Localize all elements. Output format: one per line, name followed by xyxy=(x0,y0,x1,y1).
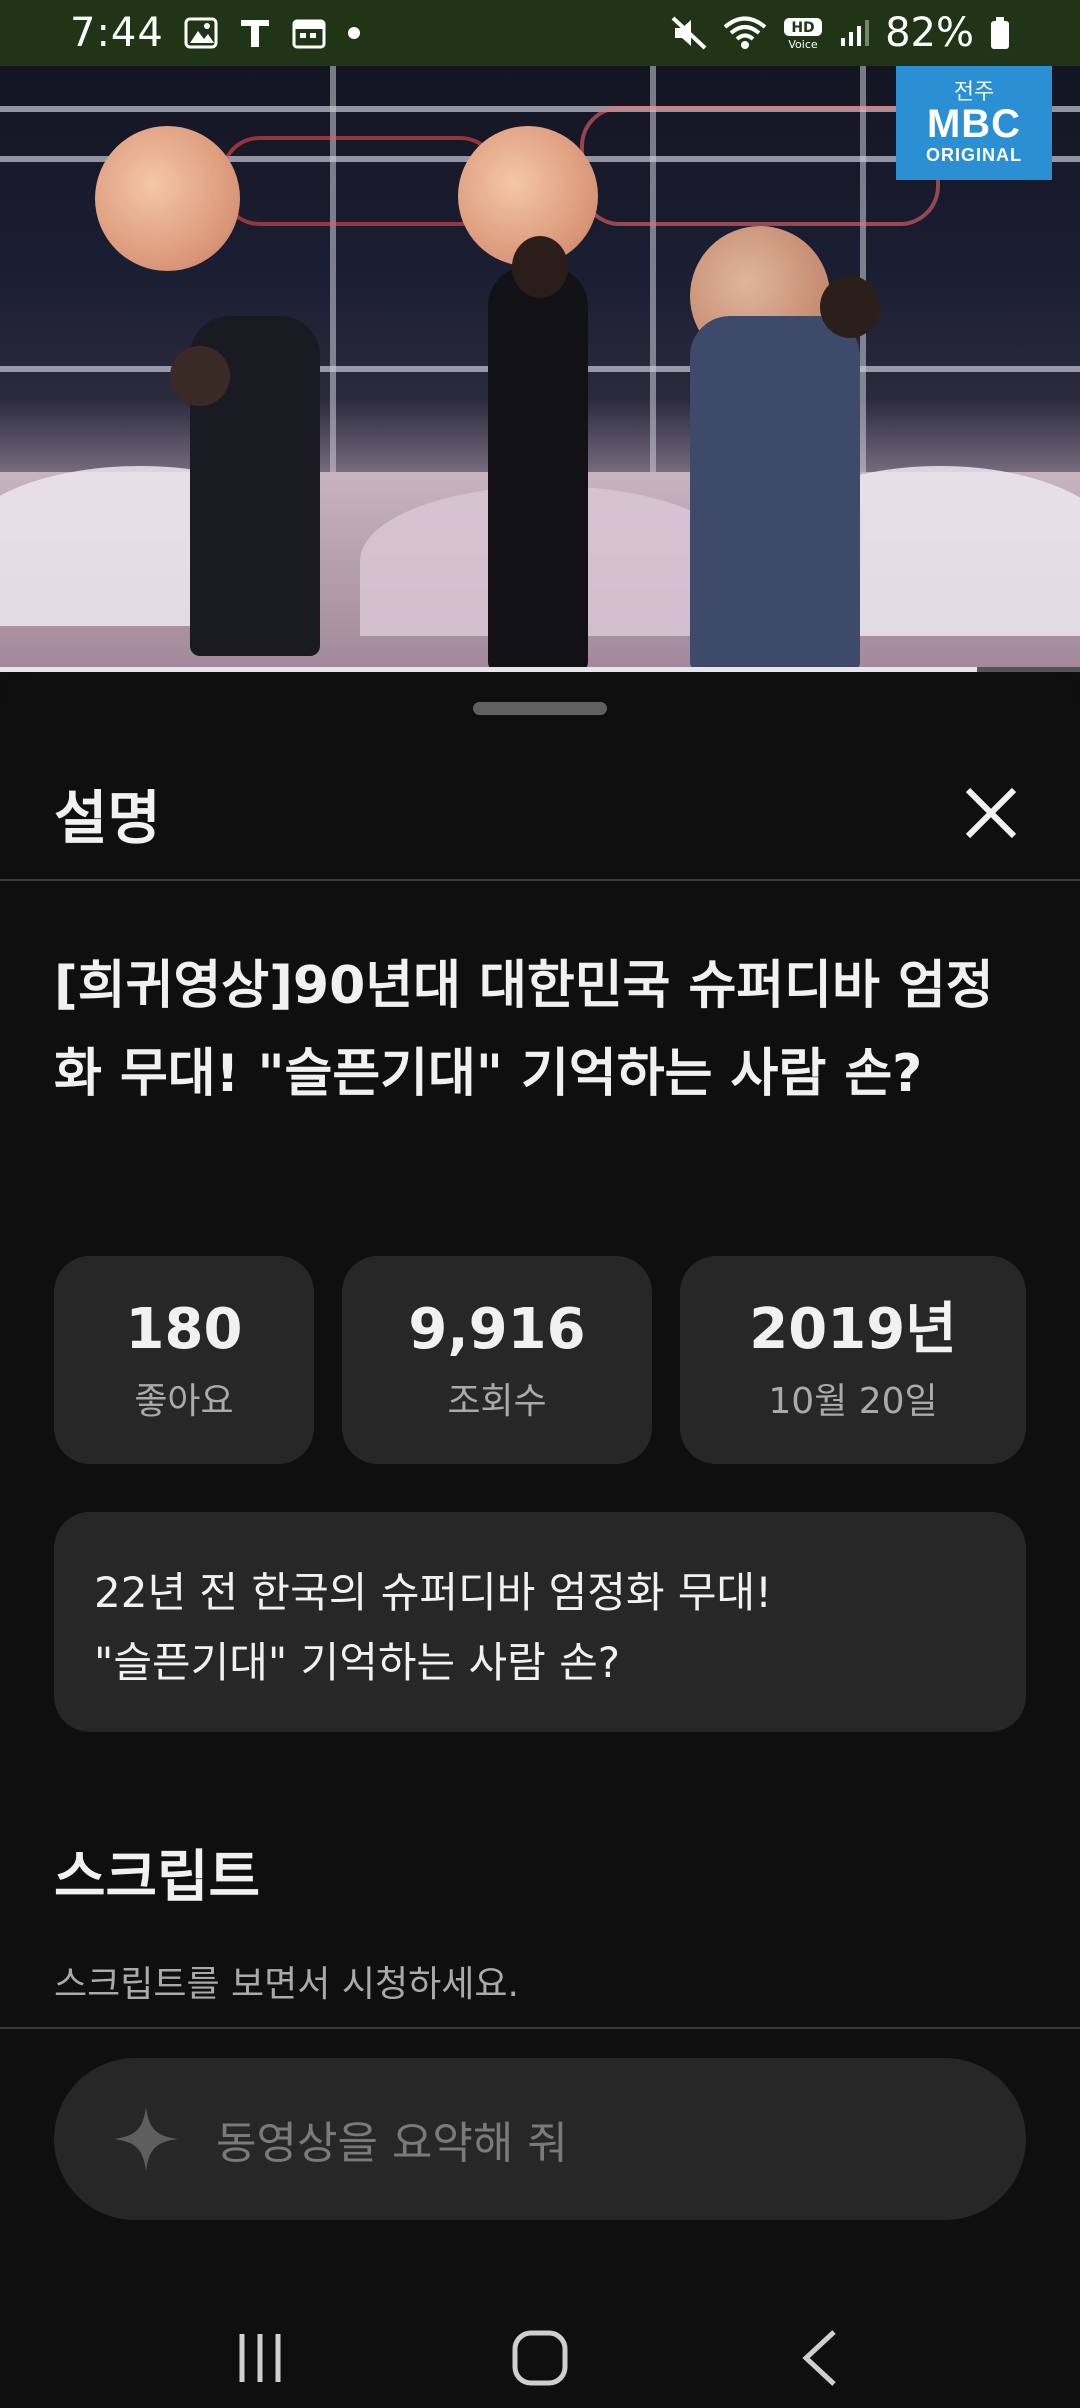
mute-icon xyxy=(671,16,707,50)
image-icon xyxy=(184,17,218,49)
channel-logo-sub: ORIGINAL xyxy=(926,144,1022,165)
channel-logo-main: MBC xyxy=(926,101,1022,146)
summarize-video-button[interactable]: 동영상을 요약해 줘 xyxy=(54,2058,1026,2220)
drag-handle[interactable] xyxy=(473,702,607,715)
home-button[interactable] xyxy=(480,2318,600,2398)
close-icon xyxy=(965,787,1017,839)
sheet-header: 설명 xyxy=(0,758,1080,868)
stat-date-year: 2019년 xyxy=(749,1297,957,1363)
back-button[interactable] xyxy=(760,2318,880,2398)
back-icon xyxy=(802,2330,836,2386)
svg-text:Voice: Voice xyxy=(788,38,818,50)
signal-icon xyxy=(839,18,870,48)
hd-voice-icon: HD Voice xyxy=(783,16,823,50)
stat-likes-value: 180 xyxy=(125,1297,243,1363)
status-time: 7:44 xyxy=(70,10,164,56)
video-player[interactable]: 전주 MBC ORIGINAL xyxy=(0,66,1080,672)
recent-apps-button[interactable] xyxy=(200,2318,320,2398)
script-subtitle: 스크립트를 보면서 시청하세요. xyxy=(54,1964,519,2005)
description-sheet: 설명 [희귀영상]90년대 대한민국 슈퍼디바 엄정화 무대! "슬픈기대" 기… xyxy=(0,672,1080,2408)
channel-logo: 전주 MBC ORIGINAL xyxy=(896,66,1052,180)
stat-views: 9,916 조회수 xyxy=(342,1256,652,1464)
status-bar: 7:44 HD Voice 82% xyxy=(0,0,1080,66)
stats-row: 180 좋아요 9,916 조회수 2019년 10월 20일 xyxy=(54,1256,1026,1464)
stat-likes: 180 좋아요 xyxy=(54,1256,314,1464)
wifi-icon xyxy=(723,16,767,50)
text-icon xyxy=(238,16,272,50)
stat-views-value: 9,916 xyxy=(408,1297,586,1363)
close-button[interactable] xyxy=(956,778,1026,848)
stat-date-day: 10월 20일 xyxy=(768,1380,938,1422)
header-divider xyxy=(0,879,1080,881)
recent-apps-icon xyxy=(239,2334,281,2382)
battery-percent: 82% xyxy=(885,10,974,56)
calendar-icon xyxy=(292,17,326,49)
system-nav-bar xyxy=(0,2308,1080,2408)
channel-logo-top: 전주 xyxy=(953,78,995,104)
description-text[interactable]: 22년 전 한국의 슈퍼디바 엄정화 무대! "슬픈기대" 기억하는 사람 손? xyxy=(54,1512,1026,1732)
summarize-placeholder: 동영상을 요약해 줘 xyxy=(216,2118,568,2169)
battery-icon xyxy=(990,16,1010,50)
dot-icon xyxy=(346,25,362,41)
sparkle-icon xyxy=(114,2107,178,2171)
video-title: [희귀영상]90년대 대한민국 슈퍼디바 엄정화 무대! "슬픈기대" 기억하는… xyxy=(54,956,994,1104)
stat-date: 2019년 10월 20일 xyxy=(680,1256,1026,1464)
stat-views-label: 조회수 xyxy=(447,1380,547,1422)
svg-text:HD: HD xyxy=(791,20,814,36)
script-heading: 스크립트 xyxy=(54,1845,261,1910)
sheet-title: 설명 xyxy=(54,784,161,852)
input-divider xyxy=(0,2027,1080,2029)
stat-likes-label: 좋아요 xyxy=(134,1380,234,1422)
home-icon xyxy=(512,2330,568,2386)
